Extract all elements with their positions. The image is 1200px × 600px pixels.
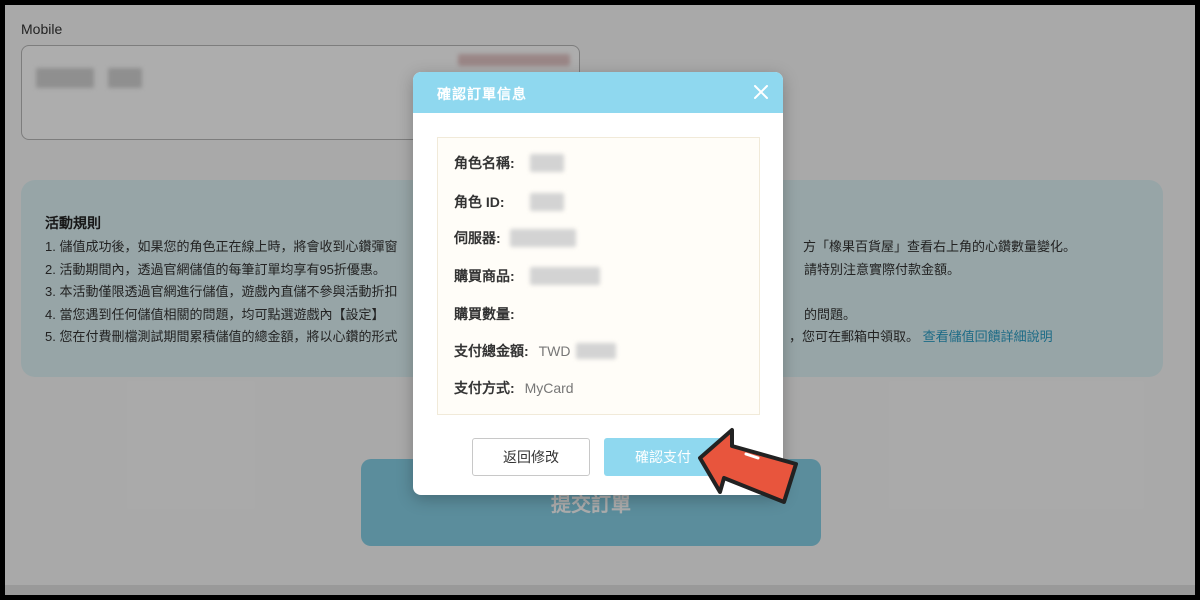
order-field-product: 購買商品: xyxy=(454,268,515,284)
order-info-box: 角色名稱: 角色 ID: 伺服器: 購買商品: 購買數量: 支付總金額: TWD xyxy=(437,137,760,415)
modal-header: 確認訂單信息 xyxy=(413,72,783,113)
order-field-quantity: 購買數量: xyxy=(454,306,515,322)
back-edit-button[interactable]: 返回修改 xyxy=(472,438,590,476)
order-field-role-id: 角色 ID: xyxy=(454,194,505,210)
close-icon xyxy=(754,85,768,99)
order-field-payment-method: 支付方式: MyCard xyxy=(454,380,574,396)
redacted-value xyxy=(510,229,576,247)
arrow-pointer-icon xyxy=(698,428,798,504)
order-field-role-name: 角色名稱: xyxy=(454,155,515,171)
order-field-total: 支付總金額: TWD xyxy=(454,343,571,359)
order-field-server: 伺服器: xyxy=(454,230,501,246)
redacted-value xyxy=(530,193,564,211)
close-button[interactable] xyxy=(747,78,775,106)
modal-title: 確認訂單信息 xyxy=(437,86,527,102)
redacted-value xyxy=(530,267,600,285)
redacted-value xyxy=(576,343,616,359)
redacted-value xyxy=(530,154,564,172)
